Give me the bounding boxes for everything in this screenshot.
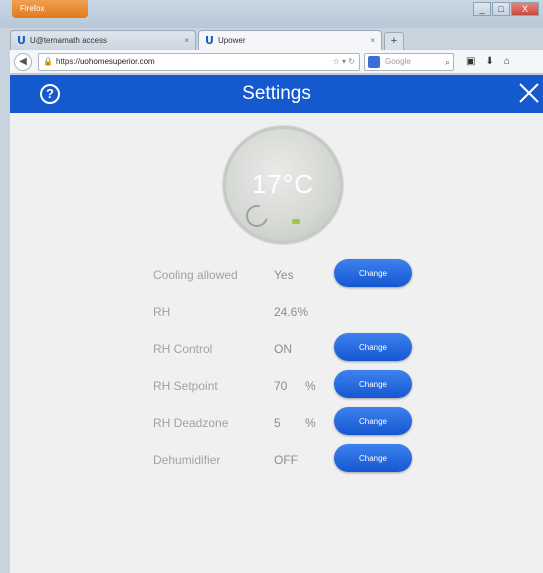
minimize-button[interactable]: _ [473, 2, 491, 16]
lock-icon: 🔒 [43, 56, 53, 66]
address-bar[interactable]: 🔒 https://uohomesuperior.com ☆ ▾ ↻ [38, 52, 360, 71]
toolbar-icons: ▣ ⬇ ⌂ [466, 56, 510, 67]
settings-list: Cooling allowed Yes Change RH 24.6% RH C… [153, 258, 433, 480]
dial-knob-icon [241, 200, 273, 232]
setting-label: RH Deadzone [153, 416, 229, 430]
title-bar: Firefox _ □ X [0, 0, 543, 28]
setting-label: RH Control [153, 342, 213, 356]
search-placeholder: Google [385, 56, 411, 66]
tab-strip: U U@ternamath access × U Upower × + [10, 30, 404, 50]
window-controls: _ □ X [473, 2, 539, 16]
change-rh-control-button[interactable]: Change [334, 333, 412, 361]
browser-window: Firefox _ □ X U U@ternamath access × U U… [0, 0, 543, 573]
search-bar[interactable]: Google ⌕ [364, 52, 454, 71]
page-title: Settings [242, 83, 311, 104]
tab-title: Upower [217, 35, 246, 45]
reload-icon[interactable]: ☆ ▾ ↻ [333, 54, 355, 70]
close-icon[interactable] [517, 81, 541, 105]
navigation-bar: ◀ 🔒 https://uohomesuperior.com ☆ ▾ ↻ Goog… [10, 50, 543, 74]
setting-value: 70 [274, 379, 288, 393]
url-host: uohomesuperior.com [79, 56, 155, 66]
browser-tab-1[interactable]: U U@ternamath access × [10, 30, 196, 50]
tab-title: U@ternamath access [29, 35, 107, 45]
setting-label: RH Setpoint [153, 379, 218, 393]
setting-row-rh-deadzone: RH Deadzone 5 % Change [153, 406, 433, 443]
status-led [292, 219, 300, 224]
window-close-button[interactable]: X [511, 2, 539, 16]
u-logo-icon: U [17, 33, 26, 47]
setting-value: 5 [274, 416, 281, 430]
setting-row-rh-control: RH Control ON Change [153, 332, 433, 369]
maximize-button[interactable]: □ [492, 2, 510, 16]
window-frame [0, 50, 10, 573]
change-cooling-allowed-button[interactable]: Change [334, 259, 412, 287]
setting-value: 24.6% [274, 305, 309, 319]
setting-row-dehumidifier: Dehumidifier OFF Change [153, 443, 433, 480]
temperature-readout: 17°C [251, 169, 315, 199]
search-icon[interactable]: ⌕ [445, 54, 450, 70]
setting-value: OFF [274, 453, 298, 467]
tab-close-icon[interactable]: × [184, 32, 189, 50]
setting-row-rh-setpoint: RH Setpoint 70 % Change [153, 369, 433, 406]
bookmarks-icon[interactable]: ▣ [466, 56, 475, 67]
change-dehumidifier-button[interactable]: Change [334, 444, 412, 472]
help-icon[interactable]: ? [40, 84, 60, 104]
setting-label: Cooling allowed [153, 268, 238, 282]
setting-unit: % [305, 379, 316, 393]
browser-tab-2[interactable]: U Upower × [198, 30, 382, 50]
app-page: Settings ? 17°C Cooling allowed Yes Chan… [10, 75, 543, 573]
url-prefix: https:// [55, 56, 80, 66]
setting-value: Yes [274, 268, 294, 282]
download-icon[interactable]: ⬇ [485, 56, 493, 67]
app-header: Settings ? [10, 75, 543, 113]
setting-label: RH [153, 305, 171, 319]
u-logo-icon: U [205, 33, 214, 47]
temperature-dial[interactable]: 17°C [223, 126, 343, 244]
setting-row-cooling-allowed: Cooling allowed Yes Change [153, 258, 433, 295]
change-rh-deadzone-button[interactable]: Change [334, 407, 412, 435]
home-icon[interactable]: ⌂ [504, 56, 510, 67]
setting-value: ON [274, 342, 292, 356]
setting-row-rh: RH 24.6% [153, 295, 433, 332]
setting-label: Dehumidifier [153, 453, 221, 467]
firefox-menu-button[interactable]: Firefox [12, 0, 88, 18]
new-tab-button[interactable]: + [384, 32, 404, 50]
tab-close-icon[interactable]: × [370, 32, 375, 50]
setting-unit: % [305, 416, 316, 430]
change-rh-setpoint-button[interactable]: Change [334, 370, 412, 398]
search-engine-icon[interactable] [368, 55, 380, 68]
back-arrow-icon[interactable]: ◀ [14, 52, 32, 71]
